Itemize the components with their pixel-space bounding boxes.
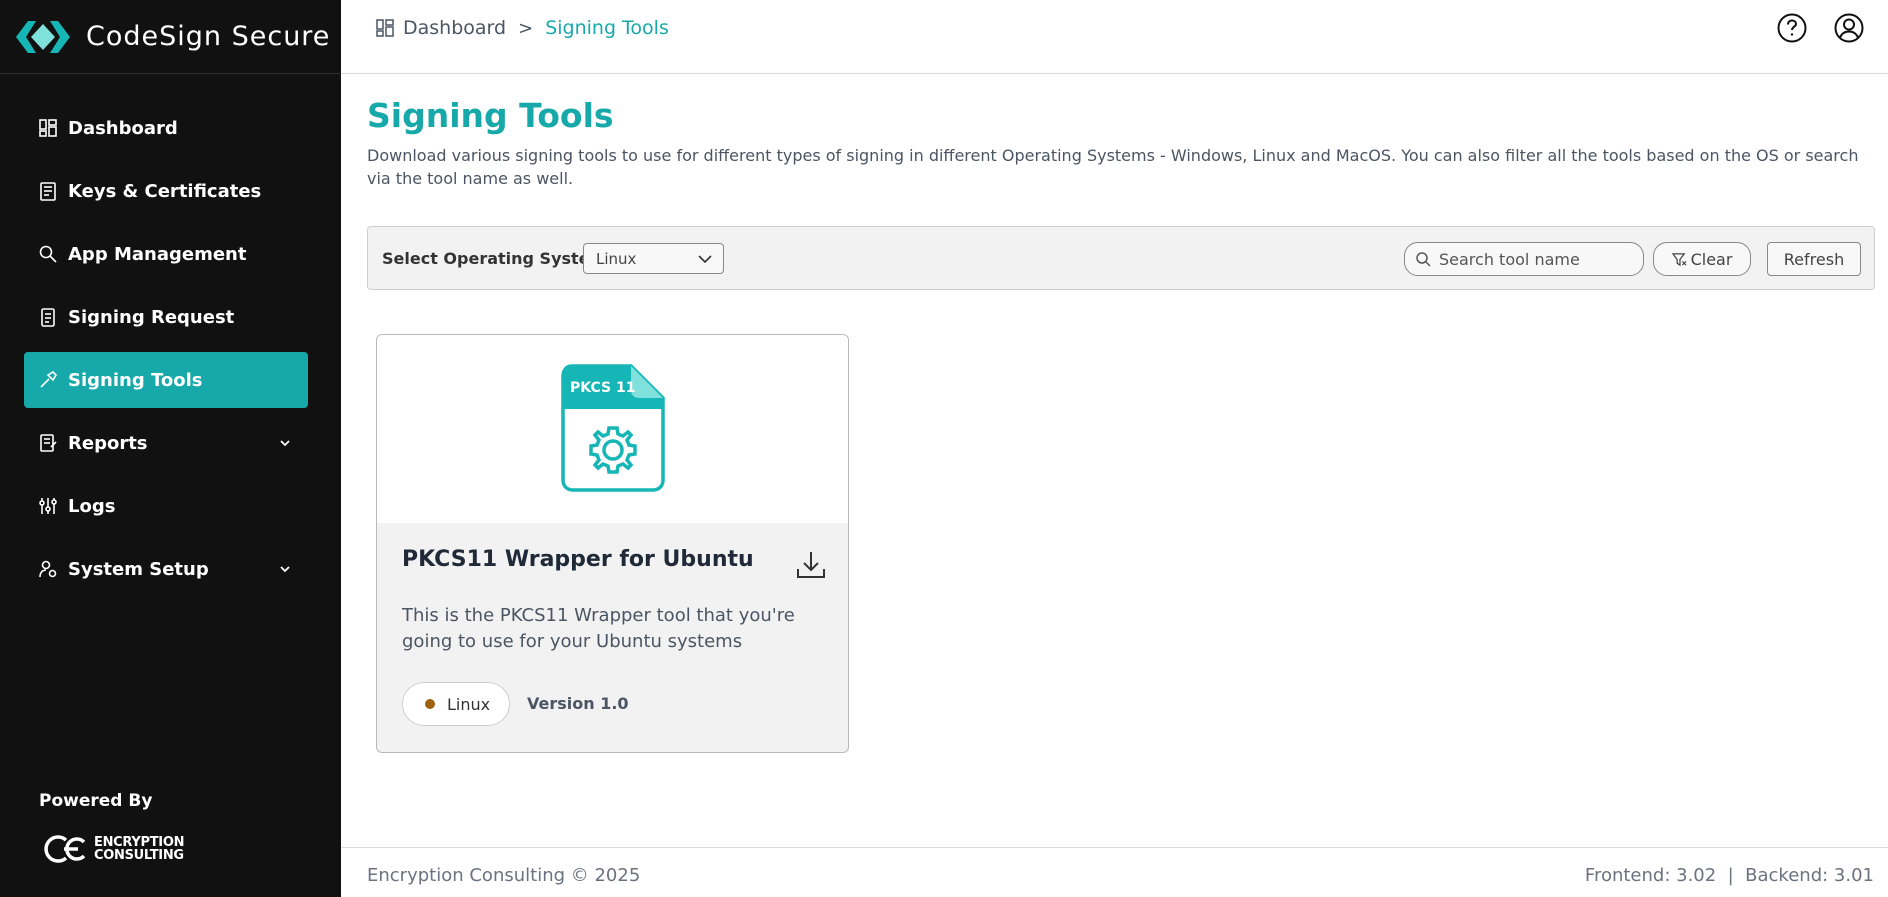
- breadcrumb-home-link[interactable]: Dashboard: [403, 17, 506, 39]
- sidebar-item-reports[interactable]: Reports: [24, 415, 308, 471]
- sidebar-item-label: Signing Tools: [68, 369, 203, 391]
- dashboard-icon: [38, 118, 58, 138]
- sidebar-item-label: System Setup: [68, 558, 209, 580]
- filter-bar: Select Operating System: Linux Clear Ref…: [367, 226, 1875, 290]
- dashboard-icon: [376, 19, 394, 37]
- download-icon[interactable]: [795, 549, 827, 581]
- refresh-button-label: Refresh: [1783, 249, 1845, 269]
- tool-icon: [38, 370, 58, 390]
- sidebar-item-system-setup[interactable]: System Setup: [24, 541, 308, 597]
- os-status-dot: [425, 699, 435, 709]
- sidebar-item-signing-request[interactable]: Signing Request: [24, 289, 308, 345]
- filter-clear-icon: [1671, 252, 1687, 266]
- chevron-down-icon: [698, 255, 712, 264]
- tool-card-banner: PKCS 11: [377, 335, 848, 523]
- refresh-button[interactable]: Refresh: [1767, 242, 1861, 276]
- sidebar-item-label: Keys & Certificates: [68, 180, 262, 202]
- os-badge: Linux: [402, 682, 510, 726]
- user-circle-icon[interactable]: [1833, 12, 1865, 44]
- report-icon: [38, 433, 58, 453]
- brand-logo-icon: [16, 20, 70, 53]
- sidebar-item-logs[interactable]: Logs: [24, 478, 308, 534]
- sliders-icon: [38, 496, 58, 516]
- sidebar-item-keys-certificates[interactable]: Keys & Certificates: [24, 163, 308, 219]
- brand-name: CodeSign Secure: [86, 21, 331, 52]
- encryption-consulting-logo-icon: [44, 835, 86, 863]
- os-select-label: Select Operating System:: [382, 249, 613, 268]
- question-circle-icon[interactable]: [1776, 12, 1808, 44]
- certificate-icon: [38, 181, 58, 201]
- os-select[interactable]: Linux: [583, 243, 724, 274]
- sidebar-item-label: Dashboard: [68, 117, 178, 139]
- encryption-consulting-logo: ENCRYPTION CONSULTING: [44, 832, 184, 866]
- sidebar-item-label: Logs: [68, 495, 116, 517]
- clear-button-label: Clear: [1690, 249, 1733, 269]
- tool-card[interactable]: PKCS 11 PKCS11 Wrapper for Ubuntu This i…: [376, 334, 849, 753]
- sidebar-item-app-management[interactable]: App Management: [24, 226, 308, 282]
- sidebar-item-label: App Management: [68, 243, 247, 265]
- sidebar: CodeSign Secure Dashboard Keys & Certifi…: [0, 0, 341, 897]
- app-search-icon: [38, 244, 58, 264]
- chevron-down-icon[interactable]: [278, 562, 292, 576]
- sidebar-item-signing-tools[interactable]: Signing Tools: [24, 352, 308, 408]
- footer-copyright: Encryption Consulting © 2025: [367, 865, 641, 886]
- os-badge-label: Linux: [447, 694, 491, 714]
- brand[interactable]: CodeSign Secure: [0, 0, 341, 74]
- top-bar: Dashboard > Signing Tools: [341, 0, 1888, 74]
- page-title: Signing Tools: [367, 96, 614, 135]
- tool-version: Version 1.0: [527, 694, 629, 713]
- partner-logo-line: CONSULTING: [94, 848, 184, 863]
- clear-button[interactable]: Clear: [1653, 242, 1751, 276]
- request-icon: [38, 307, 58, 327]
- breadcrumb-current: Signing Tools: [545, 17, 669, 39]
- chevron-down-icon[interactable]: [278, 436, 292, 450]
- search-input[interactable]: [1439, 249, 1629, 269]
- sidebar-item-label: Signing Request: [68, 306, 235, 328]
- tool-icon-label: PKCS 11: [570, 380, 635, 396]
- tool-card-description: This is the PKCS11 Wrapper tool that you…: [402, 605, 795, 652]
- sidebar-nav: Dashboard Keys & Certificates App Manage…: [24, 100, 308, 604]
- sidebar-item-label: Reports: [68, 432, 148, 454]
- footer-versions: Frontend: 3.02 | Backend: 3.01: [1584, 865, 1874, 886]
- os-select-value: Linux: [596, 249, 637, 268]
- user-gear-icon: [38, 559, 58, 579]
- search-box[interactable]: [1404, 242, 1644, 276]
- powered-by-label: Powered By: [39, 791, 153, 811]
- page-description: Download various signing tools to use fo…: [367, 146, 1859, 188]
- search-icon: [1416, 252, 1431, 267]
- sidebar-item-dashboard[interactable]: Dashboard: [24, 100, 308, 156]
- pkcs11-file-icon: PKCS 11: [560, 364, 665, 492]
- breadcrumb: Dashboard > Signing Tools: [375, 17, 669, 39]
- breadcrumb-separator: >: [518, 17, 534, 39]
- tool-card-title: PKCS11 Wrapper for Ubuntu: [402, 547, 754, 572]
- footer: Encryption Consulting © 2025 Frontend: 3…: [341, 847, 1888, 897]
